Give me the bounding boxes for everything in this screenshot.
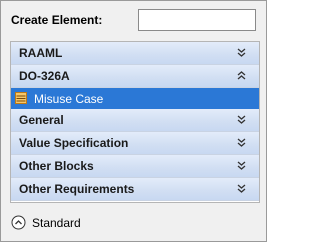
list-item-label: Misuse Case — [34, 92, 104, 106]
create-element-label: Create Element: — [11, 13, 103, 27]
create-element-panel: Create Element: RAAML DO-326A Misuse Cas… — [0, 0, 267, 242]
chevron-double-down-icon — [237, 138, 246, 147]
group-label: DO-326A — [19, 69, 70, 83]
group-label: Other Requirements — [19, 182, 135, 196]
group-header-other-blocks[interactable]: Other Blocks — [11, 155, 259, 178]
group-header-raaml[interactable]: RAAML — [11, 42, 259, 65]
group-header-do-326a[interactable]: DO-326A — [11, 65, 259, 88]
group-label: Other Blocks — [19, 159, 94, 173]
group-label: RAAML — [19, 46, 63, 60]
chevron-double-down-icon — [237, 48, 246, 57]
create-element-row: Create Element: — [1, 1, 266, 39]
group-header-value-specification[interactable]: Value Specification — [11, 132, 259, 155]
chevron-double-down-icon — [237, 115, 246, 124]
misuse-case-icon — [15, 92, 27, 104]
group-header-other-requirements[interactable]: Other Requirements — [11, 178, 259, 201]
chevron-double-down-icon — [237, 184, 246, 193]
list-item-misuse-case[interactable]: Misuse Case — [11, 88, 259, 109]
circle-chevron-up-icon — [11, 215, 26, 230]
group-label: General — [19, 113, 64, 127]
standard-label: Standard — [32, 216, 81, 230]
create-element-input[interactable] — [138, 9, 256, 31]
chevron-double-down-icon — [237, 161, 246, 170]
group-label: Value Specification — [19, 136, 129, 150]
group-header-general[interactable]: General — [11, 109, 259, 132]
element-group-list: RAAML DO-326A Misuse Case General Value … — [10, 41, 260, 203]
chevron-double-up-icon — [237, 71, 246, 80]
